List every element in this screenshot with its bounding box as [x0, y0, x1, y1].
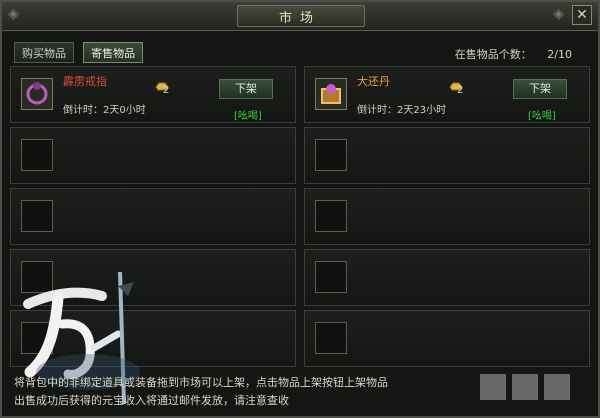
empty-slot[interactable]: [304, 127, 590, 184]
item-timer: 倒计时：2天0小时: [63, 105, 146, 116]
item-name: 大还丹: [357, 75, 390, 88]
listing-count-label: 在售物品个数：: [454, 48, 532, 61]
item-price: 2: [457, 85, 464, 96]
title-bar: ◈ 市场 ◈ ✕: [2, 2, 598, 31]
listing-count: 在售物品个数： 2/10: [455, 46, 572, 62]
shout-link[interactable]: [吆喝]: [528, 107, 556, 122]
tab-consign-items[interactable]: 寄售物品: [83, 42, 144, 63]
market-window: ◈ 市场 ◈ ✕ 购买物品 寄售物品 在售物品个数： 2/10 霹雳戒指 倒计时…: [0, 0, 600, 418]
help-text: 将背包中的非绑定道具或装备拖到市场可以上架，点击物品上架按钮上架物品 出售成功后…: [14, 374, 534, 410]
empty-item-box[interactable]: [21, 139, 53, 171]
listing-slot[interactable]: 大还丹 倒计时：2天23小时 2 下架 [吆喝]: [304, 66, 590, 123]
ring-item-icon[interactable]: [21, 78, 53, 110]
empty-item-box[interactable]: [315, 139, 347, 171]
empty-item-box[interactable]: [315, 261, 347, 293]
listing-count-value: 2/10: [547, 48, 572, 61]
empty-item-box[interactable]: [315, 200, 347, 232]
item-price: 2: [163, 85, 170, 96]
close-icon[interactable]: ✕: [572, 5, 592, 25]
window-title: 市场: [278, 11, 321, 26]
pill-box-item-icon[interactable]: [315, 78, 347, 110]
empty-slot[interactable]: [304, 188, 590, 245]
empty-slot[interactable]: [10, 127, 296, 184]
listing-slot[interactable]: 霹雳戒指 倒计时：2天0小时 2 下架 [吆喝]: [10, 66, 296, 123]
empty-slot[interactable]: [304, 249, 590, 306]
item-name: 霹雳戒指: [63, 75, 107, 88]
tab-buy-items[interactable]: 购买物品: [14, 42, 74, 63]
site-watermark: [478, 366, 588, 410]
empty-slot[interactable]: [304, 310, 590, 367]
help-line-1: 将背包中的非绑定道具或装备拖到市场可以上架，点击物品上架按钮上架物品: [14, 376, 388, 389]
watermark-logo-icon: [480, 374, 570, 400]
tab-bar: 购买物品 寄售物品: [14, 42, 147, 63]
delist-button[interactable]: 下架: [513, 79, 567, 99]
empty-item-box[interactable]: [21, 200, 53, 232]
delist-button[interactable]: 下架: [219, 79, 273, 99]
empty-slot[interactable]: [10, 188, 296, 245]
empty-item-box[interactable]: [315, 322, 347, 354]
help-line-2: 出售成功后获得的元宝收入将通过邮件发放，请注意查收: [14, 394, 289, 407]
title-ornament-right-icon: ◈: [553, 6, 564, 22]
shout-link[interactable]: [吆喝]: [234, 107, 262, 122]
item-timer: 倒计时：2天23小时: [357, 105, 447, 116]
